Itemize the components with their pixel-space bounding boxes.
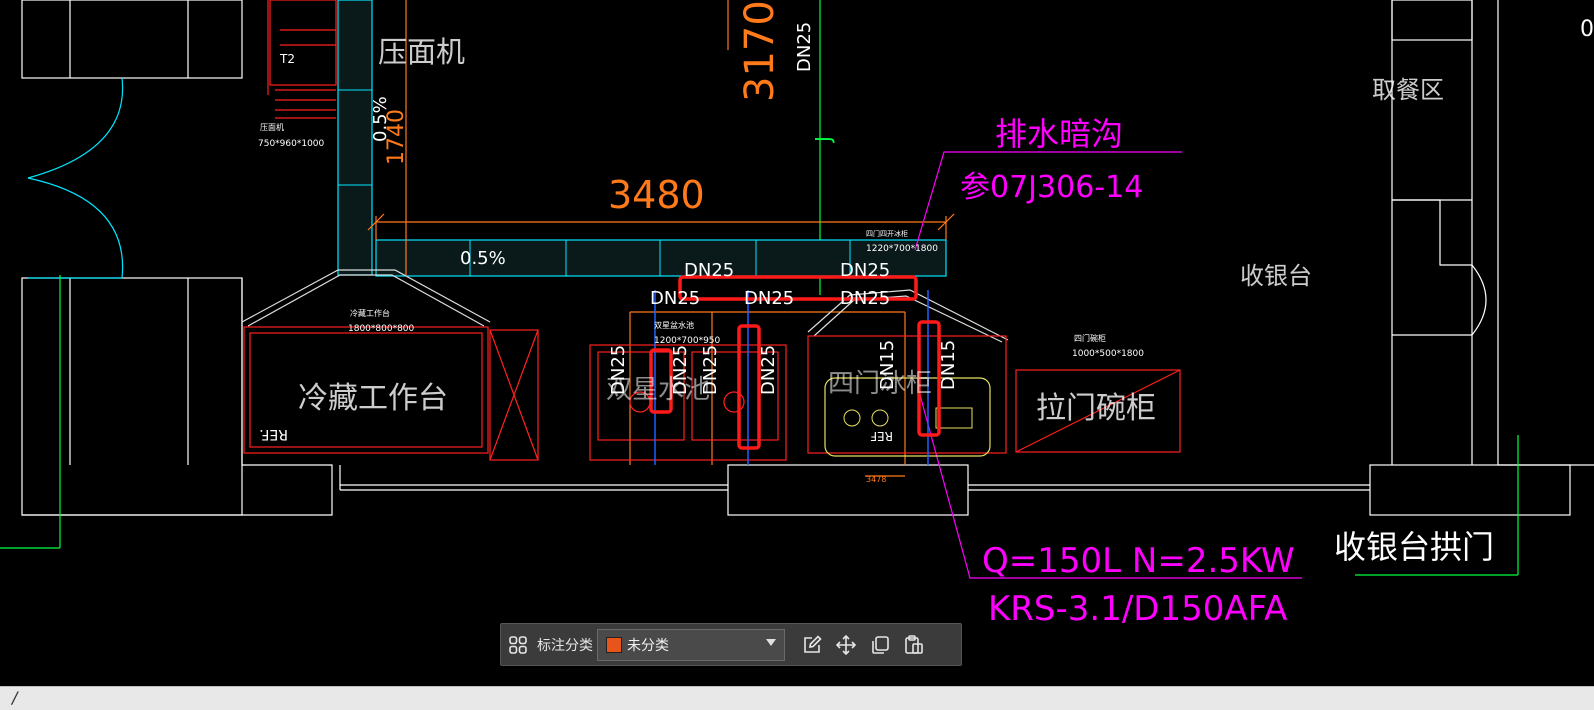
edit-icon[interactable] <box>795 628 829 662</box>
label-ref-standard: 参07J306-14 <box>960 170 1143 205</box>
label-double-sink-spec: 1200*700*950 <box>654 336 721 346</box>
press-machine <box>267 0 337 119</box>
leader-lines <box>914 151 1302 579</box>
label-press-machine-spec: 750*960*1000 <box>258 139 325 149</box>
label-t2: T2 <box>279 52 295 66</box>
paste-icon[interactable] <box>897 628 931 662</box>
door-swing <box>27 77 124 279</box>
category-value: 未分类 <box>627 637 669 654</box>
drawing-labels: 压面机 T2 压面机 750*960*1000 0.5% 1740 3170 D… <box>258 0 1594 629</box>
label-j: J <box>811 136 835 144</box>
label-cooling-bench-spec-title: 冷藏工作台 <box>350 308 390 318</box>
grid-icon[interactable] <box>501 628 535 662</box>
label-dim-3170: 3170 <box>737 0 783 102</box>
label-slope-main: 0.5% <box>460 248 506 269</box>
category-dropdown[interactable]: 未分类 <box>597 628 785 661</box>
label-q-n-spec: Q=150L N=2.5KW <box>982 541 1295 581</box>
label-four-door-fridge: 四门冰柜 <box>828 369 932 399</box>
cad-drawing-canvas[interactable]: 压面机 T2 压面机 750*960*1000 0.5% 1740 3170 D… <box>0 0 1594 686</box>
label-bowl-cabinet-spec-title: 四门碗柜 <box>1074 333 1106 343</box>
annotation-category-label: 标注分类 <box>537 637 593 654</box>
label-zero: 0 <box>1580 17 1594 42</box>
label-cashier: 收银台 <box>1240 262 1312 290</box>
label-dim-1740: 1740 <box>384 109 409 165</box>
label-dining-area: 取餐区 <box>1372 76 1444 104</box>
label-four-door-ref: REF <box>870 429 893 443</box>
label-cooling-bench-spec: 1800*800*800 <box>348 324 415 334</box>
category-color-swatch <box>606 636 622 653</box>
label-dim-small-3478: 3478 <box>866 475 886 484</box>
label-cashier-arch: 收银台拱门 <box>1334 528 1494 566</box>
label-dn25-vertical-top: DN25 <box>794 22 815 72</box>
label-dn25-v2: DN25 <box>670 345 691 395</box>
label-bowl-cabinet-spec: 1000*500*1800 <box>1072 349 1144 359</box>
label-dn25-v3: DN25 <box>700 345 721 395</box>
label-dn15-v2: DN15 <box>938 340 959 390</box>
label-sliding-bowl-cabinet: 拉门碗柜 <box>1036 391 1156 426</box>
copy-icon[interactable] <box>863 628 897 662</box>
highlight-dn25-vertical-2 <box>737 324 761 450</box>
label-four-door-spec-title: 四门四开冰柜 <box>866 229 908 238</box>
status-text: / <box>12 688 18 707</box>
label-double-sink-spec-title: 双星盆水池 <box>654 320 694 330</box>
annotation-toolbar: 标注分类 未分类 <box>500 623 962 666</box>
label-dim-3480: 3480 <box>608 173 705 217</box>
label-dn25-h2: DN25 <box>840 260 890 281</box>
label-press-machine-spec-title: 压面机 <box>260 122 284 132</box>
chevron-down-icon <box>766 638 776 646</box>
move-icon[interactable] <box>829 628 863 662</box>
label-dn25-h1: DN25 <box>684 260 734 281</box>
label-ref-mirror: REF. <box>259 426 288 442</box>
label-cooling-bench: 冷藏工作台 <box>298 381 448 416</box>
label-dn25-h4: DN25 <box>744 288 794 309</box>
label-dn25-v1: DN25 <box>608 345 629 395</box>
label-dn25-v4: DN25 <box>758 345 779 395</box>
label-drainage-ditch: 排水暗沟 <box>995 115 1123 153</box>
label-krs-spec: KRS-3.1/D150AFA <box>988 589 1287 629</box>
label-four-door-spec: 1220*700*1800 <box>866 244 938 254</box>
status-bar: / <box>0 686 1594 710</box>
label-dn25-h3: DN25 <box>650 288 700 309</box>
label-press-machine: 压面机 <box>378 35 465 69</box>
label-dn25-h5: DN25 <box>840 288 890 309</box>
